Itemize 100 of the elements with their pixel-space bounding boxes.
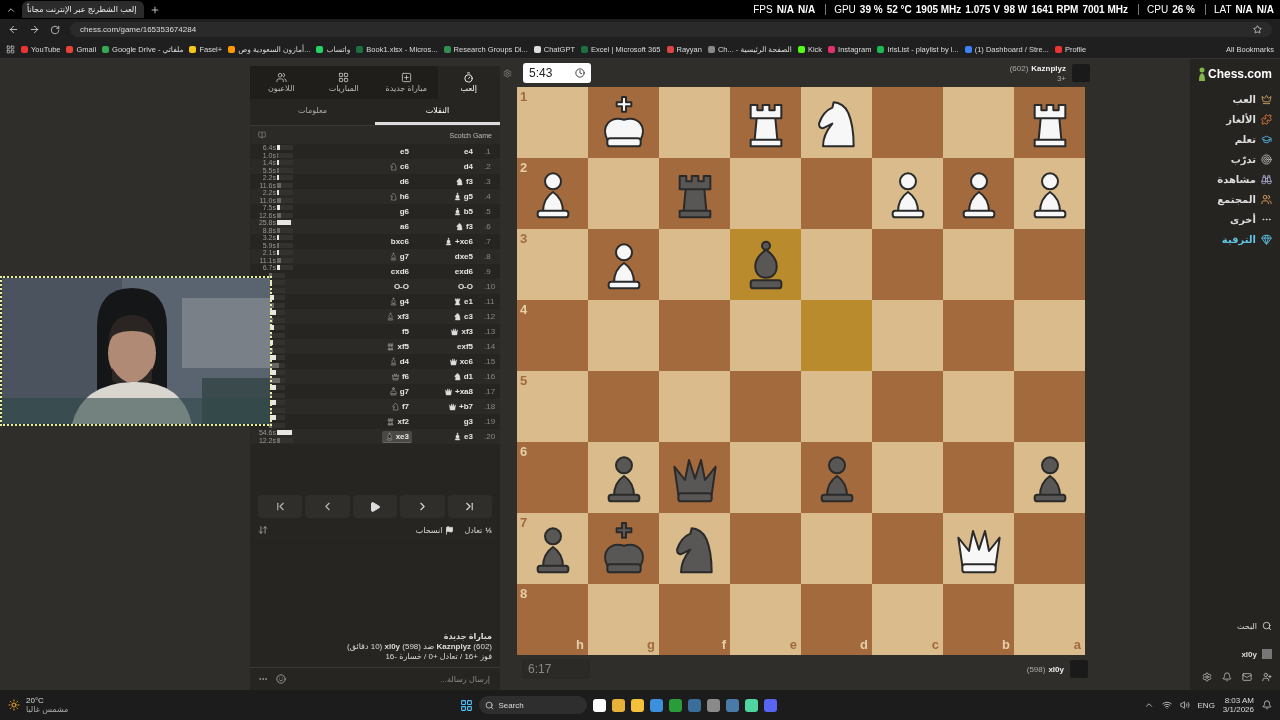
book-icon[interactable]	[258, 131, 266, 139]
move-number: 10.	[483, 282, 497, 291]
nav-tab[interactable]: مباراة جديدة	[375, 66, 438, 99]
move[interactable]: d4	[385, 355, 412, 368]
move[interactable]: exd6	[451, 265, 476, 278]
move-number: 14.	[483, 342, 497, 351]
sidebar-link[interactable]: الألغاز	[1226, 109, 1272, 129]
start-icon[interactable]	[460, 698, 474, 712]
volume-icon[interactable]	[1179, 700, 1190, 710]
move[interactable]: d4	[460, 160, 476, 173]
move[interactable]: O-O	[390, 280, 412, 293]
favicon-icon	[964, 45, 972, 53]
move[interactable]: h6	[385, 190, 412, 203]
move[interactable]: d6	[396, 175, 412, 188]
move-number: 7.	[483, 237, 492, 246]
move[interactable]: g3	[460, 415, 476, 428]
apps-icon[interactable]	[6, 44, 15, 54]
move[interactable]: f3	[451, 220, 476, 233]
user-link[interactable]: xl0y	[1241, 644, 1272, 664]
move[interactable]: b7+	[445, 400, 476, 413]
nav-tab[interactable]: اللاعبون	[250, 66, 313, 99]
move[interactable]: xe3	[381, 430, 412, 443]
move[interactable]: g6	[396, 205, 412, 218]
sidebar-link[interactable]: مشاهدة	[1217, 169, 1272, 189]
clock-date: 3/1/2026	[1222, 705, 1254, 714]
move[interactable]: exf5	[454, 340, 476, 353]
move[interactable]: bxc6	[387, 235, 412, 248]
move[interactable]: b5	[449, 205, 476, 218]
add-friend-icon[interactable]	[1262, 672, 1272, 682]
move[interactable]: f7	[387, 400, 412, 413]
app-icon[interactable]	[612, 698, 626, 712]
search-link[interactable]: البحث	[1236, 616, 1272, 636]
reload-icon[interactable]	[50, 24, 60, 35]
nav-tab[interactable]: إلعب	[437, 66, 500, 99]
chat-field[interactable]: إرسال رسالة...	[294, 673, 492, 685]
notification-icon[interactable]	[1262, 700, 1272, 710]
browser-tab[interactable]: إلعب الشطرنج عبر الإنترنت مجاناً	[22, 1, 144, 18]
move[interactable]: xa8+	[440, 385, 476, 398]
file-label: h	[576, 637, 584, 652]
material-advantage: 3+	[1056, 73, 1066, 83]
move[interactable]: cxd6	[387, 265, 412, 278]
wifi-icon[interactable]	[1161, 700, 1172, 710]
move[interactable]: g4	[385, 295, 412, 308]
move[interactable]: xc6+	[440, 235, 476, 248]
new-tab-icon[interactable]	[150, 4, 160, 15]
move[interactable]: g7	[385, 250, 412, 263]
move[interactable]: xf3	[383, 310, 412, 323]
move-number: 12.	[483, 312, 497, 321]
move[interactable]: dxe5	[451, 250, 476, 263]
move[interactable]: e4	[461, 145, 476, 158]
first-move-button[interactable]	[258, 495, 303, 518]
resign-button[interactable]: انسحاب	[415, 525, 455, 535]
move[interactable]: xf3	[447, 325, 476, 338]
move[interactable]: c6	[386, 160, 412, 173]
move[interactable]: e5	[397, 145, 412, 158]
taskbar-search[interactable]: Search	[479, 696, 588, 714]
sidebar-link[interactable]: تعلم	[1234, 129, 1272, 149]
last-move-button[interactable]	[447, 495, 493, 518]
rank-label: 7	[520, 515, 528, 530]
bell-icon[interactable]	[1222, 672, 1232, 682]
player-rating: (598)	[1026, 664, 1046, 674]
star-icon[interactable]	[1253, 25, 1262, 34]
move[interactable]: e3	[450, 430, 476, 443]
sidebar-link[interactable]: أخرى	[1229, 209, 1272, 229]
move[interactable]: g7	[385, 385, 412, 398]
address-bar[interactable]: chess.com/game/165353674284	[70, 22, 1272, 37]
search-icon	[1262, 621, 1272, 631]
sidebar-link[interactable]: تدرّب	[1230, 149, 1272, 169]
move[interactable]: e1	[450, 295, 476, 308]
app-icon[interactable]	[745, 698, 759, 712]
move[interactable]: g5	[449, 190, 476, 203]
move[interactable]: a6	[397, 220, 412, 233]
move-number: 4.	[483, 192, 492, 201]
back-icon[interactable]	[8, 24, 19, 35]
move[interactable]: xc6	[445, 355, 476, 368]
flip-board-icon[interactable]	[258, 525, 268, 535]
move[interactable]: f5	[398, 325, 412, 338]
panel-tab[interactable]: معلومات	[250, 99, 375, 125]
bishop-icon	[388, 296, 398, 306]
nav-tab[interactable]: المباريات	[312, 66, 375, 99]
move[interactable]: xf2	[383, 415, 412, 428]
emoji-icon[interactable]	[276, 674, 286, 684]
stat-value: 1905 MHz	[915, 4, 962, 15]
forward-icon[interactable]	[29, 24, 40, 35]
move[interactable]: f6	[387, 370, 412, 383]
move[interactable]: f3	[451, 175, 476, 188]
settings-icon[interactable]	[503, 68, 512, 78]
mail-icon[interactable]	[1242, 672, 1252, 682]
move[interactable]: O-O	[454, 280, 476, 293]
app-icon[interactable]	[593, 698, 607, 712]
app-icon[interactable]	[631, 698, 645, 712]
play-button[interactable]	[352, 495, 398, 518]
sidebar-link[interactable]: العب	[1232, 89, 1272, 109]
move-number: 16.	[483, 372, 497, 381]
move[interactable]: c3	[450, 310, 476, 323]
settings-icon[interactable]	[1202, 672, 1212, 682]
move[interactable]: d1	[449, 370, 476, 383]
move[interactable]: xf5	[383, 340, 412, 353]
sidebar-link[interactable]: الترقية	[1221, 229, 1272, 249]
sidebar-link[interactable]: المجتمع	[1217, 189, 1272, 209]
